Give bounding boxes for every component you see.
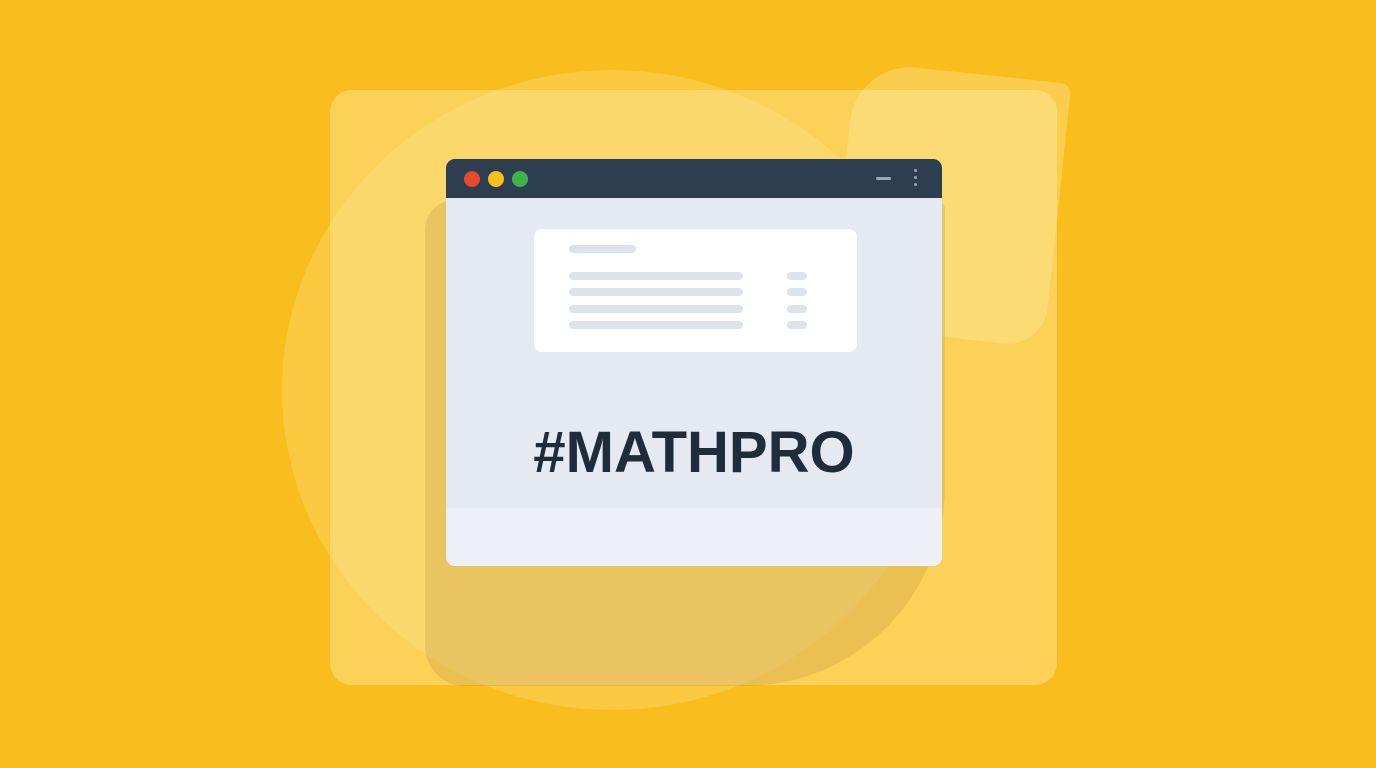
more-vertical-icon[interactable] [914,169,917,187]
list-tag-placeholder [787,272,807,280]
minimize-icon[interactable] [876,177,891,180]
browser-window: #MATHPRO [446,159,942,566]
list-line-placeholder [569,321,743,329]
maximize-window-button[interactable] [512,171,528,187]
list-line-placeholder [569,305,743,313]
minimize-window-button[interactable] [488,171,504,187]
list-tag-placeholder [787,288,807,296]
window-footer [446,508,942,566]
card-heading-placeholder [569,245,636,253]
content-card [534,229,857,352]
list-tag-placeholder [787,321,807,329]
list-tag-placeholder [787,305,807,313]
close-window-button[interactable] [464,171,480,187]
list-line-placeholder [569,288,743,296]
hashtag-title: #MATHPRO [533,420,855,485]
list-line-placeholder [569,272,743,280]
window-titlebar [446,159,942,198]
